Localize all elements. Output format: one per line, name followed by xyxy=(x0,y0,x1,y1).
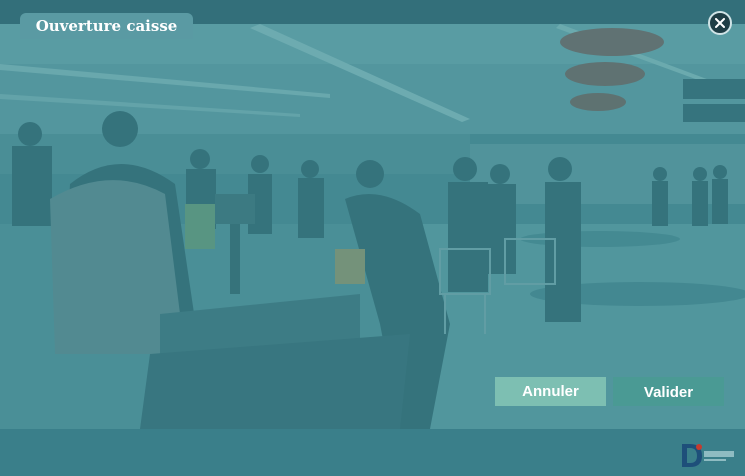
close-icon xyxy=(715,18,725,28)
cash-register-opening-dialog: Ouverture caisse Annuler Valider xyxy=(0,0,745,476)
dialog-title: Ouverture caisse xyxy=(20,13,193,39)
photo-tint-overlay xyxy=(0,24,745,429)
cancel-button[interactable]: Annuler xyxy=(495,377,606,406)
validate-button[interactable]: Valider xyxy=(613,377,724,406)
company-logo xyxy=(680,440,738,468)
footer-bar xyxy=(0,429,745,476)
close-button[interactable] xyxy=(708,11,732,35)
